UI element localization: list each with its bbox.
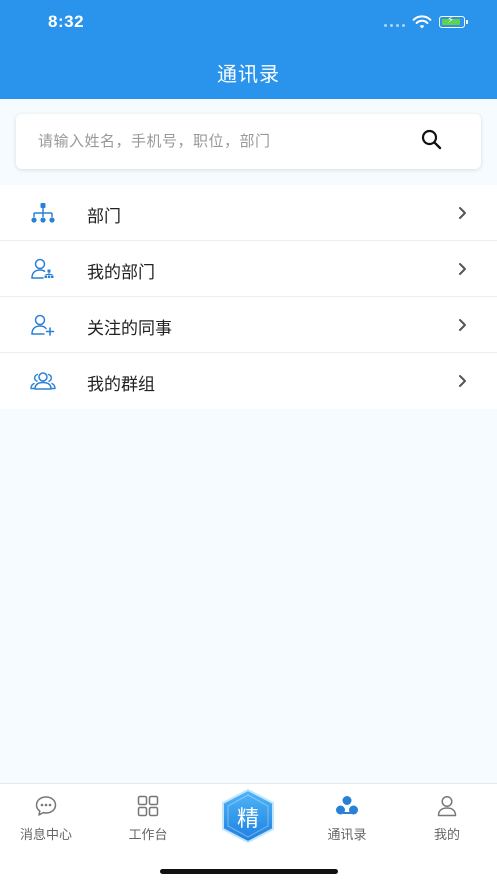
list-item-label: 关注的同事 [87,319,172,339]
org-chart-icon [31,203,55,223]
grid-icon [137,795,159,817]
tab-contacts[interactable]: 通讯录 [307,784,387,844]
battery-icon: ⚡ [439,15,468,28]
list-item-label: 部门 [87,207,121,227]
wifi-icon [412,15,432,29]
tab-label: 工作台 [128,828,168,843]
center-feature-button[interactable]: 精 [219,788,277,844]
list-item-label: 我的群组 [87,375,155,395]
tab-workbench[interactable]: 工作台 [108,784,188,844]
list-item-followed-colleagues[interactable]: 关注的同事 [0,297,497,353]
page-title: 通讯录 [217,62,280,86]
chevron-right-icon [459,319,466,331]
tab-mine[interactable]: 我的 [407,784,487,844]
tab-label: 消息中心 [19,828,72,843]
status-bar: 8:32 ⚡ [0,0,497,44]
tab-label: 通讯录 [327,828,367,843]
contact-menu-list: 部门 我的部门 关注的同事 我的群组 [0,185,497,409]
home-indicator [160,869,338,874]
app-header: 8:32 ⚡ 通讯录 [0,0,497,99]
list-item-department[interactable]: 部门 [0,185,497,241]
chevron-right-icon [459,207,466,219]
status-time: 8:32 [48,12,85,31]
search-placeholder: 请输入姓名，手机号，职位，部门 [38,132,271,150]
person-icon [437,795,457,817]
add-user-icon [31,314,55,336]
tab-label: 我的 [433,828,460,843]
chevron-right-icon [459,263,466,275]
search-input[interactable]: 请输入姓名，手机号，职位，部门 [16,114,481,169]
center-button-label: 精 [236,807,259,832]
list-item-my-groups[interactable]: 我的群组 [0,353,497,409]
cellular-signal-icon [384,24,405,27]
list-item-label: 我的部门 [87,263,155,283]
list-item-my-department[interactable]: 我的部门 [0,241,497,297]
user-department-icon [31,258,54,279]
group-icon [30,372,56,390]
chevron-right-icon [459,375,466,387]
chat-bubble-icon [35,796,57,816]
tab-message-center[interactable]: 消息中心 [6,784,86,844]
contacts-icon [336,796,358,815]
search-icon[interactable] [418,126,446,154]
